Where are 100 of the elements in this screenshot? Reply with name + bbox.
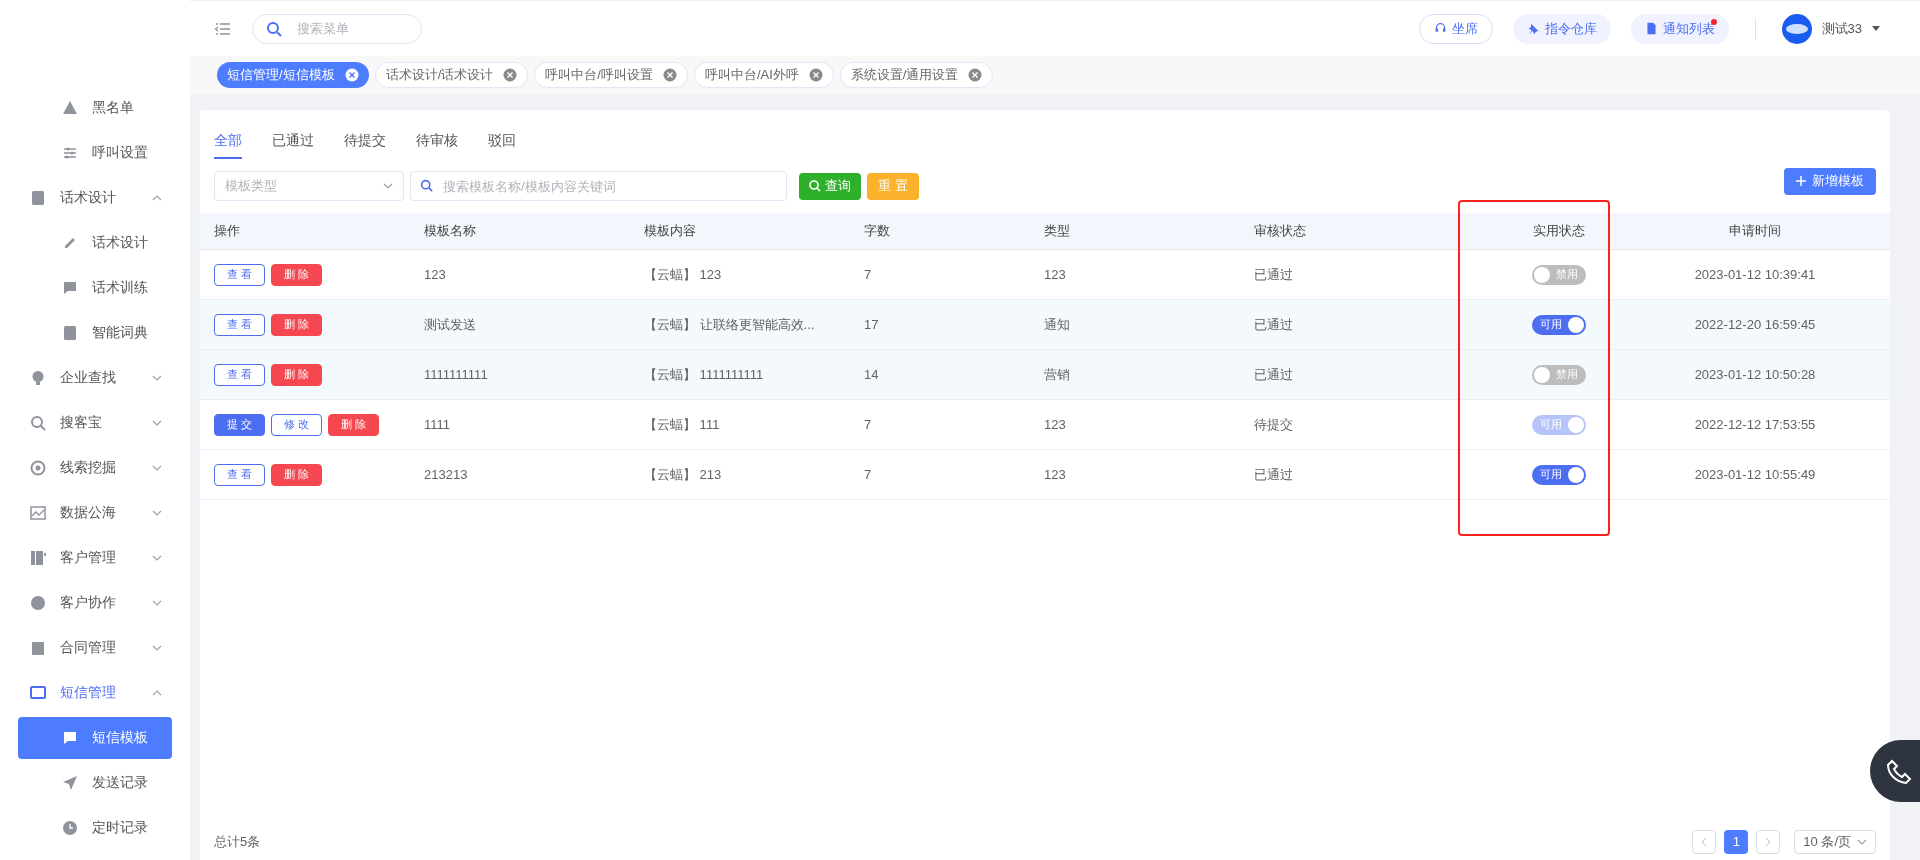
send-icon bbox=[62, 774, 78, 791]
sidebar-item[interactable]: 企业查找 bbox=[18, 356, 172, 399]
header-button[interactable]: 坐席 bbox=[1418, 13, 1493, 44]
header-button[interactable]: 通知列表 bbox=[1630, 13, 1729, 44]
sidebar-item[interactable]: 黑名单 bbox=[18, 86, 172, 129]
filter-tab[interactable]: 全部 bbox=[214, 130, 242, 159]
action-button[interactable]: 删 除 bbox=[271, 313, 322, 336]
sidebar-item[interactable]: 数据公海 bbox=[18, 491, 172, 534]
page-size-select[interactable]: 10 条/页 bbox=[1794, 830, 1876, 854]
table-cell-text: 7 bbox=[864, 415, 872, 434]
close-icon[interactable] bbox=[503, 68, 518, 82]
sidebar-item[interactable]: 呼叫设置 bbox=[18, 131, 172, 174]
page-tab[interactable]: 短信管理/短信模板 bbox=[217, 62, 369, 88]
keyword-search-field[interactable]: 搜索模板名称/模板内容关键词 bbox=[410, 171, 787, 201]
contacts-icon bbox=[30, 549, 46, 566]
action-button[interactable]: 删 除 bbox=[271, 463, 322, 486]
filter-tab[interactable]: 已通过 bbox=[272, 130, 314, 159]
pin-icon bbox=[1526, 22, 1540, 35]
table-cell-text: 【云蝠】 213 bbox=[644, 465, 722, 484]
filter-tab[interactable]: 待审核 bbox=[416, 130, 458, 159]
action-button[interactable]: 查 看 bbox=[214, 263, 265, 286]
total-count: 总计5条 bbox=[214, 833, 261, 852]
column-header: 申请时间 bbox=[1729, 222, 1781, 241]
action-button[interactable]: 查 看 bbox=[214, 463, 265, 486]
table-cell-text: 2022-12-12 17:53:55 bbox=[1694, 415, 1816, 434]
menu-icon[interactable] bbox=[214, 20, 232, 37]
table-cell-text: 7 bbox=[864, 265, 872, 284]
chart-icon bbox=[30, 504, 46, 521]
table-cell-text: 已通过 bbox=[1254, 365, 1293, 384]
warning-icon bbox=[62, 99, 78, 116]
close-icon[interactable] bbox=[968, 68, 983, 82]
table-cell-text: 已通过 bbox=[1254, 465, 1293, 484]
status-switch[interactable]: 可用 bbox=[1532, 464, 1586, 485]
sidebar-item[interactable]: 短信模板 bbox=[18, 716, 172, 759]
sidebar-item[interactable]: 话术设计 bbox=[18, 176, 172, 219]
table-cell-text: 2023-01-12 10:55:49 bbox=[1694, 465, 1816, 484]
table-cell-text: 通知 bbox=[1044, 315, 1070, 334]
table-cell-text: 123 bbox=[1044, 265, 1066, 284]
document-icon bbox=[1644, 22, 1658, 35]
page-tab[interactable]: 呼叫中台/AI外呼 bbox=[693, 62, 834, 88]
table-cell-text: 213213 bbox=[424, 465, 468, 484]
sidebar-item[interactable]: 定时记录 bbox=[18, 806, 172, 849]
search-icon bbox=[809, 180, 821, 192]
headset-icon bbox=[1433, 22, 1447, 35]
action-button[interactable]: 删 除 bbox=[271, 263, 322, 286]
sidebar-item[interactable]: 智能词典 bbox=[18, 311, 172, 354]
menu-search-field[interactable]: 搜索菜单 bbox=[252, 13, 422, 44]
action-button[interactable]: 删 除 bbox=[328, 413, 379, 436]
chat-icon bbox=[62, 729, 78, 746]
sidebar-item[interactable]: 客户协作 bbox=[18, 581, 172, 624]
column-header: 审核状态 bbox=[1254, 222, 1306, 241]
action-button[interactable]: 提 交 bbox=[214, 413, 265, 436]
page-tab[interactable]: 呼叫中台/呼叫设置 bbox=[534, 62, 688, 88]
user-name[interactable]: 测试33 bbox=[1821, 18, 1862, 39]
sidebar-item[interactable]: 发送记录 bbox=[18, 761, 172, 804]
sidebar-item[interactable]: 短信管理 bbox=[18, 671, 172, 714]
page-tab[interactable]: 话术设计/话术设计 bbox=[374, 62, 529, 88]
sidebar-item[interactable]: 话术训练 bbox=[18, 266, 172, 309]
add-template-button[interactable]: 新增模板 bbox=[1784, 167, 1876, 195]
column-header: 模板内容 bbox=[644, 222, 696, 241]
query-button[interactable]: 查询 bbox=[799, 172, 861, 200]
table-cell-text: 7 bbox=[864, 465, 872, 484]
header-button[interactable]: 指令仓库 bbox=[1512, 13, 1611, 44]
close-icon[interactable] bbox=[808, 68, 823, 82]
table-cell-text: 已通过 bbox=[1254, 315, 1293, 334]
page-button[interactable]: 1 bbox=[1724, 830, 1749, 854]
table-cell-text: 待提交 bbox=[1254, 415, 1293, 434]
table-cell-text: 123 bbox=[424, 265, 446, 284]
table-cell-text: 【云蝠】 111 bbox=[644, 415, 720, 434]
status-switch[interactable]: 可用 bbox=[1532, 314, 1586, 335]
sidebar-item[interactable]: 线索挖掘 bbox=[18, 446, 172, 489]
search-icon bbox=[30, 414, 46, 431]
action-button[interactable]: 查 看 bbox=[214, 363, 265, 386]
table-cell-text: 1111 bbox=[424, 415, 451, 434]
caret-icon[interactable] bbox=[1872, 25, 1880, 32]
chevron-left-icon bbox=[1700, 838, 1709, 846]
sidebar-item[interactable]: 搜客宝 bbox=[18, 401, 172, 444]
column-header: 类型 bbox=[1044, 222, 1070, 241]
sidebar-item[interactable]: 客户管理 bbox=[18, 536, 172, 579]
action-button[interactable]: 修 改 bbox=[271, 413, 322, 436]
table-cell-text: 【云蝠】 123 bbox=[644, 265, 722, 284]
page-tab[interactable]: 系统设置/通用设置 bbox=[839, 62, 994, 88]
table-cell-text: 14 bbox=[864, 365, 879, 384]
search-icon bbox=[266, 20, 282, 37]
filter-tab[interactable]: 待提交 bbox=[344, 130, 386, 159]
table-cell-text: 营销 bbox=[1044, 365, 1070, 384]
avatar-icon[interactable] bbox=[1781, 13, 1812, 44]
sidebar-item[interactable]: 合同管理 bbox=[18, 626, 172, 669]
close-icon[interactable] bbox=[344, 68, 359, 82]
close-icon[interactable] bbox=[662, 68, 677, 82]
action-button[interactable]: 删 除 bbox=[271, 363, 322, 386]
table-cell-text: 123 bbox=[1044, 465, 1066, 484]
column-header: 字数 bbox=[864, 222, 890, 241]
chevron-down-icon bbox=[1857, 837, 1867, 847]
action-button[interactable]: 查 看 bbox=[214, 313, 265, 336]
table-cell-text: 已通过 bbox=[1254, 265, 1293, 284]
sidebar-item[interactable]: 话术设计 bbox=[18, 221, 172, 264]
filter-tab[interactable]: 驳回 bbox=[488, 130, 516, 159]
search-icon bbox=[420, 179, 433, 192]
table-cell-text: 测试发送 bbox=[424, 315, 476, 334]
